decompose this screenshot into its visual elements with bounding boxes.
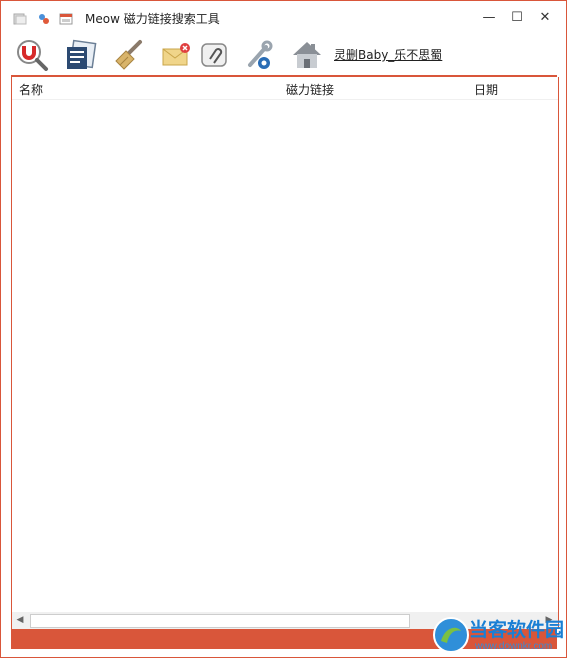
column-header-name[interactable]: 名称	[19, 81, 43, 98]
minimize-button[interactable]: —	[475, 5, 503, 31]
scroll-left-arrow[interactable]: ◀	[12, 612, 28, 629]
watermark-logo-icon	[433, 617, 469, 653]
title-bar: Meow 磁力链接搜索工具 — ☐ ✕	[1, 1, 566, 35]
quick-layout-icon[interactable]	[59, 11, 73, 25]
wrench-settings-icon[interactable]	[242, 39, 276, 71]
quick-save-icon[interactable]	[37, 11, 51, 25]
results-list[interactable]: 名称 磁力链接 日期	[11, 77, 559, 612]
maximize-button[interactable]: ☐	[503, 5, 531, 31]
watermark-text: 当客软件园	[469, 620, 565, 641]
watermark-url: www.downkr.com	[475, 641, 553, 652]
home-icon[interactable]	[290, 39, 324, 71]
magnet-search-icon[interactable]	[15, 39, 49, 71]
list-header: 名称 磁力链接 日期	[12, 77, 558, 100]
document-list-icon[interactable]	[64, 39, 98, 71]
scroll-thumb[interactable]	[30, 614, 410, 628]
column-header-date[interactable]: 日期	[474, 81, 498, 98]
app-window: Meow 磁力链接搜索工具 — ☐ ✕ 灵删Baby_乐不思蜀 名称 磁力链接 …	[0, 0, 567, 658]
clip-attach-icon[interactable]	[198, 39, 232, 71]
user-link[interactable]: 灵删Baby_乐不思蜀	[334, 46, 442, 63]
broom-clear-icon[interactable]	[112, 39, 146, 71]
toolbar: 灵删Baby_乐不思蜀	[11, 35, 557, 77]
app-icon[interactable]	[13, 11, 27, 25]
column-header-magnet-link[interactable]: 磁力链接	[286, 81, 334, 98]
close-button[interactable]: ✕	[531, 5, 559, 31]
window-title: Meow 磁力链接搜索工具	[85, 12, 220, 26]
watermark: 当客软件园 www.downkr.com	[431, 613, 567, 657]
mail-close-icon[interactable]	[160, 39, 194, 71]
